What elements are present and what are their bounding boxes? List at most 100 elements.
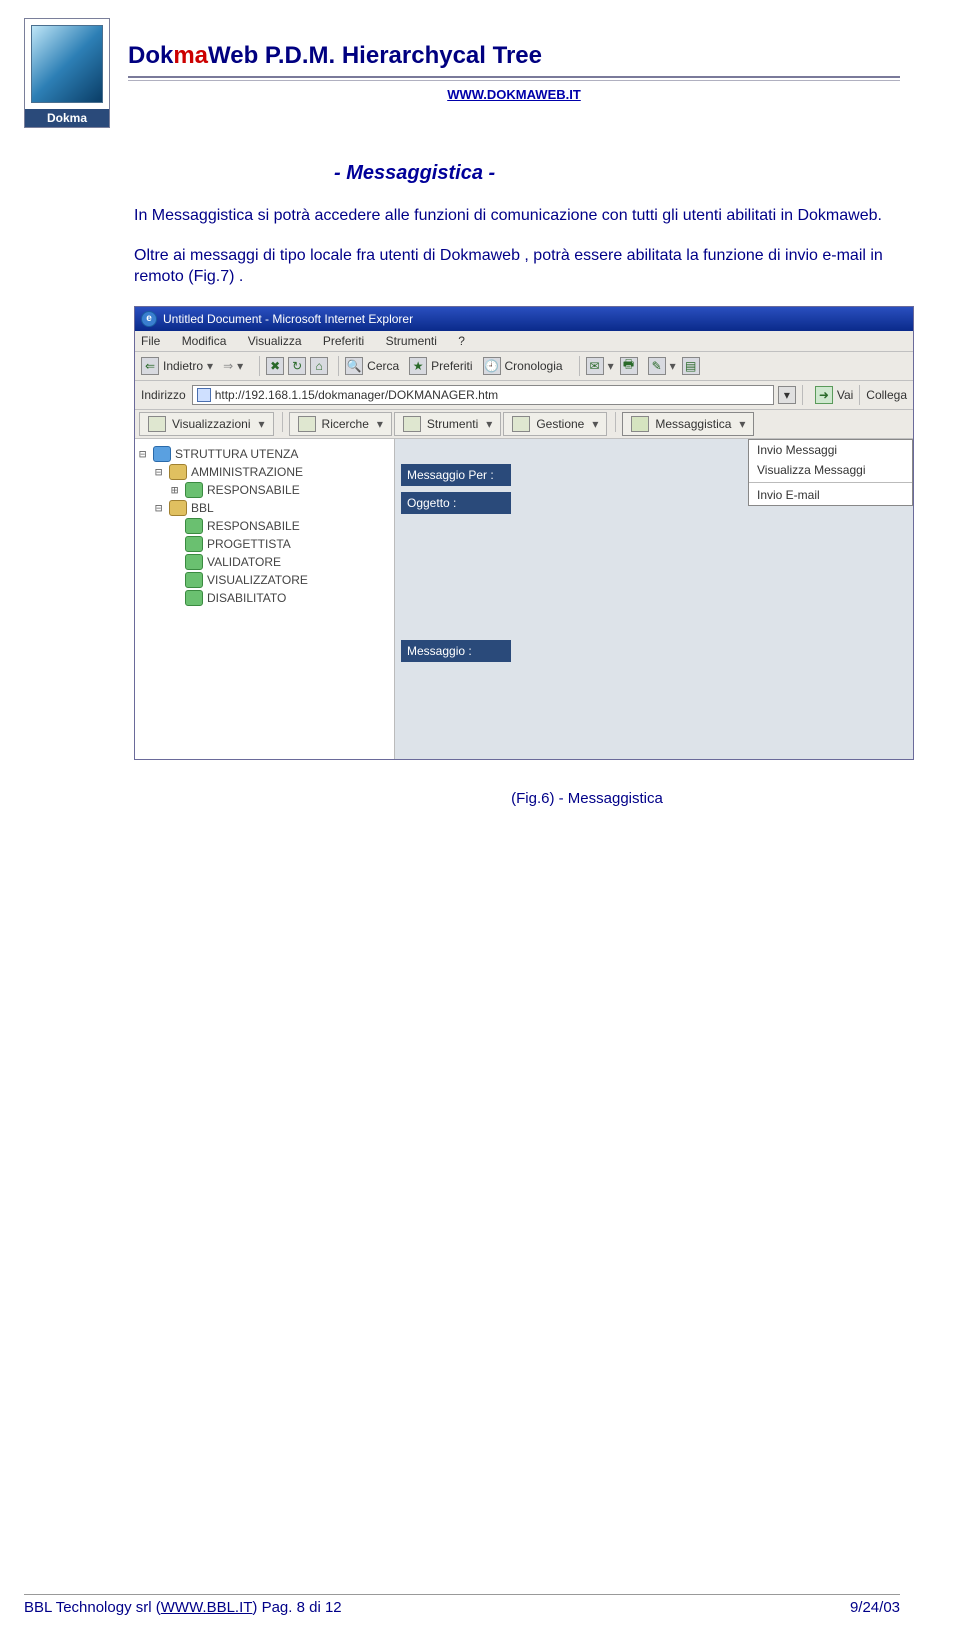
address-value: http://192.168.1.15/dokmanager/DOKMANAGE… xyxy=(215,388,498,402)
site-link[interactable]: WWW.DOKMAWEB.IT xyxy=(128,87,900,102)
paragraph: In Messaggistica si potrà accedere alle … xyxy=(134,205,900,227)
label-message-to: Messaggio Per : xyxy=(401,464,511,486)
appbtn-manage[interactable]: Gestione▾ xyxy=(503,412,607,436)
tree-node[interactable]: RESPONSABILE xyxy=(139,517,390,535)
tree-pane: ⊟STRUTTURA UTENZA ⊟AMMINISTRAZIONE ⊞RESP… xyxy=(135,439,395,759)
address-field[interactable]: http://192.168.1.15/dokmanager/DOKMANAGE… xyxy=(192,385,774,405)
menu-edit[interactable]: Modifica xyxy=(182,334,227,348)
appbtn-visualizations[interactable]: Visualizzazioni▾ xyxy=(139,412,274,436)
tree-node[interactable]: PROGETTISTA xyxy=(139,535,390,553)
chevron-down-icon: ▾ xyxy=(259,417,265,431)
group-icon xyxy=(169,500,187,516)
role-icon xyxy=(185,590,203,606)
go-button[interactable]: ➜Vai xyxy=(815,386,853,404)
menubar[interactable]: File Modifica Visualizza Preferiti Strum… xyxy=(135,331,913,352)
chevron-down-icon: ▾ xyxy=(377,417,383,431)
history-button[interactable]: 🕘Cronologia xyxy=(483,357,563,375)
address-label: Indirizzo xyxy=(141,388,186,402)
label-message-body: Messaggio : xyxy=(401,640,511,662)
separator xyxy=(615,412,616,432)
footer-left: BBL Technology srl (WWW.BBL.IT) Pag. 8 d… xyxy=(24,1599,342,1616)
refresh-icon[interactable]: ↻ xyxy=(288,357,306,375)
mail-icon[interactable]: ✉ xyxy=(586,357,604,375)
history-icon: 🕘 xyxy=(483,357,501,375)
role-icon xyxy=(185,482,203,498)
menu-favorites[interactable]: Preferiti xyxy=(323,334,364,348)
favorites-button[interactable]: ★Preferiti xyxy=(409,357,472,375)
footer-date: 9/24/03 xyxy=(850,1599,900,1616)
footer-link[interactable]: WWW.BBL.IT xyxy=(161,1599,253,1616)
chevron-down-icon: ▾ xyxy=(592,417,598,431)
menu-item-send-messages[interactable]: Invio Messaggi xyxy=(749,440,912,460)
manage-icon xyxy=(512,416,530,432)
tree-node[interactable]: VISUALIZZATORE xyxy=(139,571,390,589)
page-title: DokmaWeb P.D.M. Hierarchycal Tree xyxy=(128,42,900,70)
menu-separator xyxy=(749,482,912,483)
menu-view[interactable]: Visualizza xyxy=(248,334,302,348)
window-title: Untitled Document - Microsoft Internet E… xyxy=(163,312,413,326)
expand-icon[interactable]: ⊞ xyxy=(171,483,183,497)
separator xyxy=(282,412,283,432)
back-button[interactable]: ⇐Indietro▾ xyxy=(141,357,213,375)
address-bar: Indirizzo http://192.168.1.15/dokmanager… xyxy=(135,381,913,410)
logo-image xyxy=(31,25,103,103)
role-icon xyxy=(185,536,203,552)
separator xyxy=(859,385,860,405)
menu-item-send-email[interactable]: Invio E-mail xyxy=(749,485,912,505)
form-pane: Messaggio Per : Oggetto : Messaggio : In… xyxy=(395,439,913,759)
messaging-dropdown: Invio Messaggi Visualizza Messaggi Invio… xyxy=(748,439,913,506)
tree-node-root[interactable]: ⊟STRUTTURA UTENZA xyxy=(139,445,390,463)
back-icon: ⇐ xyxy=(141,357,159,375)
stop-icon[interactable]: ✖ xyxy=(266,357,284,375)
separator xyxy=(259,356,260,376)
tree-node[interactable]: DISABILITATO xyxy=(139,589,390,607)
document-body: - Messaggistica - In Messaggistica si po… xyxy=(134,162,900,807)
role-icon xyxy=(185,554,203,570)
discuss-icon[interactable]: ▤ xyxy=(682,357,700,375)
menu-tools[interactable]: Strumenti xyxy=(386,334,437,348)
chevron-down-icon: ▾ xyxy=(739,417,745,431)
message-icon xyxy=(631,416,649,432)
form-row-body: Messaggio : xyxy=(395,637,913,665)
logo: Dokma xyxy=(24,18,110,128)
tree-node[interactable]: VALIDATORE xyxy=(139,553,390,571)
chevron-down-icon: ▾ xyxy=(486,417,492,431)
tree-node[interactable]: ⊞RESPONSABILE xyxy=(139,481,390,499)
go-icon: ➜ xyxy=(815,386,833,404)
separator xyxy=(579,356,580,376)
forward-button[interactable]: ⇒▾ xyxy=(223,359,243,373)
edit-icon[interactable]: ✎ xyxy=(648,357,666,375)
role-icon xyxy=(185,572,203,588)
nav-toolbar: ⇐Indietro▾ ⇒▾ ✖ ↻ ⌂ 🔍Cerca ★Preferiti 🕘C… xyxy=(135,352,913,381)
links-label[interactable]: Collega xyxy=(866,388,907,402)
page-header: Dokma DokmaWeb P.D.M. Hierarchycal Tree … xyxy=(24,18,900,128)
print-icon[interactable]: 🖶 xyxy=(620,357,638,375)
ie-icon: e xyxy=(141,311,157,327)
tools-icon xyxy=(403,416,421,432)
collapse-icon[interactable]: ⊟ xyxy=(155,501,167,515)
collapse-icon[interactable]: ⊟ xyxy=(155,465,167,479)
divider xyxy=(128,76,900,78)
appbtn-messaging[interactable]: Messaggistica▾ xyxy=(622,412,754,436)
collapse-icon[interactable]: ⊟ xyxy=(139,447,151,461)
appbtn-searches[interactable]: Ricerche▾ xyxy=(289,412,392,436)
menu-help[interactable]: ? xyxy=(458,334,465,348)
menu-item-view-messages[interactable]: Visualizza Messaggi xyxy=(749,460,912,480)
divider xyxy=(128,80,900,81)
logo-brand: Dokma xyxy=(25,109,109,127)
tree-node[interactable]: ⊟AMMINISTRAZIONE xyxy=(139,463,390,481)
address-dropdown[interactable]: ▾ xyxy=(778,386,796,404)
app-main-area: ⊟STRUTTURA UTENZA ⊟AMMINISTRAZIONE ⊞RESP… xyxy=(135,439,913,759)
appbtn-tools[interactable]: Strumenti▾ xyxy=(394,412,501,436)
search-icon: 🔍 xyxy=(345,357,363,375)
window-titlebar: e Untitled Document - Microsoft Internet… xyxy=(135,307,913,331)
forward-icon: ⇒ xyxy=(223,359,233,373)
search-button[interactable]: 🔍Cerca xyxy=(345,357,399,375)
home-icon xyxy=(148,416,166,432)
tree-node[interactable]: ⊟BBL xyxy=(139,499,390,517)
home-icon[interactable]: ⌂ xyxy=(310,357,328,375)
menu-file[interactable]: File xyxy=(141,334,160,348)
favorites-icon: ★ xyxy=(409,357,427,375)
header-text: DokmaWeb P.D.M. Hierarchycal Tree WWW.DO… xyxy=(128,18,900,102)
app-toolbar: Visualizzazioni▾ Ricerche▾ Strumenti▾ Ge… xyxy=(135,410,913,439)
